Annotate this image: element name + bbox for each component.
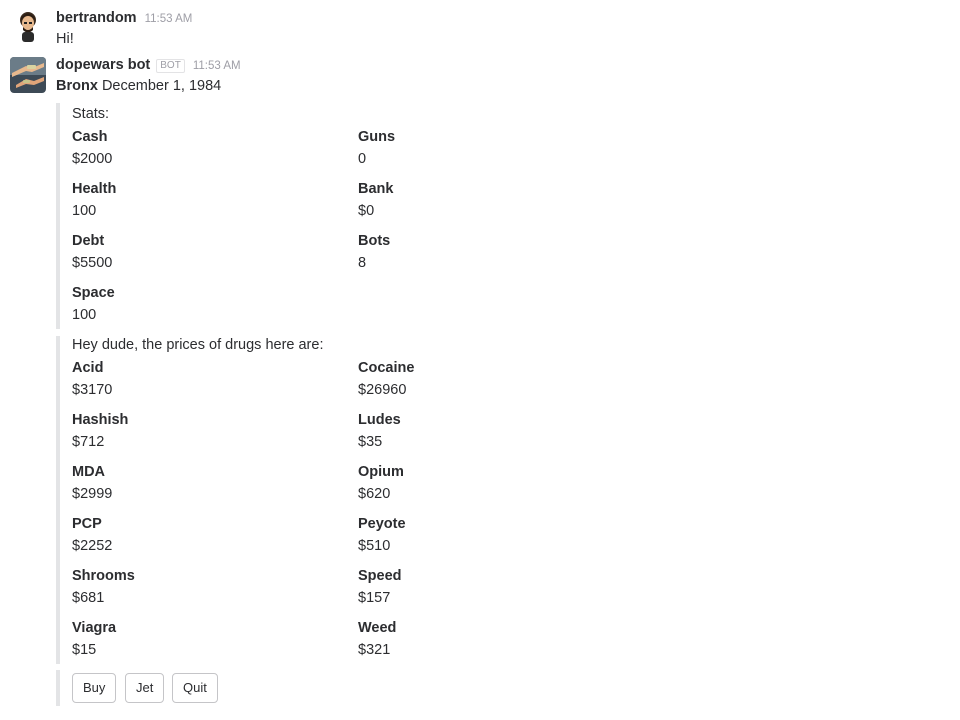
message-header: dopewars bot BOT 11:53 AM (56, 57, 241, 77)
field-title: Shrooms (72, 568, 135, 584)
field-title: Debt (72, 233, 105, 249)
field-title: Bots (358, 233, 391, 249)
field-title: Viagra (72, 620, 117, 636)
field-title: Peyote (358, 516, 406, 532)
timestamp[interactable]: 11:53 AM (145, 13, 193, 25)
field-title: Hashish (72, 412, 129, 428)
buy-button[interactable]: Buy (72, 673, 117, 703)
field-value: $2999 (72, 486, 113, 502)
action-button-group: Buy Jet Quit (72, 673, 272, 703)
field-title: Bank (358, 181, 394, 197)
field-value: 0 (358, 151, 367, 167)
field-value: $3170 (72, 382, 113, 398)
field-value: $620 (358, 486, 391, 502)
location-label: Bronx (56, 78, 98, 94)
field-value: 100 (72, 203, 97, 219)
field-value: $681 (72, 590, 105, 606)
field-title: Guns (358, 129, 396, 145)
bot-avatar-icon[interactable] (10, 57, 46, 93)
quit-button[interactable]: Quit (172, 673, 218, 703)
user-avatar-icon[interactable] (10, 8, 46, 44)
actions-attachment: Buy Jet Quit (56, 670, 656, 706)
field-title: Weed (358, 620, 397, 636)
field-title: Ludes (358, 412, 401, 428)
message-list: bertrandom 11:53 AM Hi! dopewars bot BOT… (0, 0, 960, 720)
timestamp[interactable]: 11:53 AM (193, 60, 241, 72)
field-value: $2000 (72, 151, 113, 167)
field-value: $15 (72, 642, 97, 658)
stats-pretext: Stats: (72, 106, 110, 122)
field-title: Cash (72, 129, 108, 145)
field-value: $5500 (72, 255, 113, 271)
jet-button[interactable]: Jet (125, 673, 165, 703)
field-title: Opium (358, 464, 404, 480)
field-title: Health (72, 181, 117, 197)
prices-attachment: Hey dude, the prices of drugs here are: … (56, 336, 656, 664)
message-header: bertrandom 11:53 AM (56, 10, 192, 30)
field-title: MDA (72, 464, 106, 480)
field-title: Space (72, 285, 115, 301)
field-title: Speed (358, 568, 402, 584)
field-value: $321 (358, 642, 391, 658)
field-value: 8 (358, 255, 367, 271)
username[interactable]: dopewars bot (56, 57, 150, 73)
prices-pretext: Hey dude, the prices of drugs here are: (72, 337, 324, 353)
field-value: $35 (358, 434, 383, 450)
field-value: $510 (358, 538, 391, 554)
field-title: Cocaine (358, 360, 415, 376)
field-title: PCP (72, 516, 102, 532)
message-text: Hi! (56, 31, 74, 47)
field-value: $0 (358, 203, 375, 219)
field-value: 100 (72, 307, 97, 323)
field-value: $712 (72, 434, 105, 450)
bot-badge: BOT (156, 59, 185, 73)
field-title: Acid (72, 360, 104, 376)
message-text: Bronx December 1, 1984 (56, 78, 221, 94)
username[interactable]: bertrandom (56, 10, 137, 26)
field-value: $2252 (72, 538, 113, 554)
field-value: $157 (358, 590, 391, 606)
field-value: $26960 (358, 382, 407, 398)
stats-attachment: Stats: Cash $2000 Guns 0 Health 100 Bank… (56, 103, 656, 329)
game-date: December 1, 1984 (101, 78, 222, 94)
